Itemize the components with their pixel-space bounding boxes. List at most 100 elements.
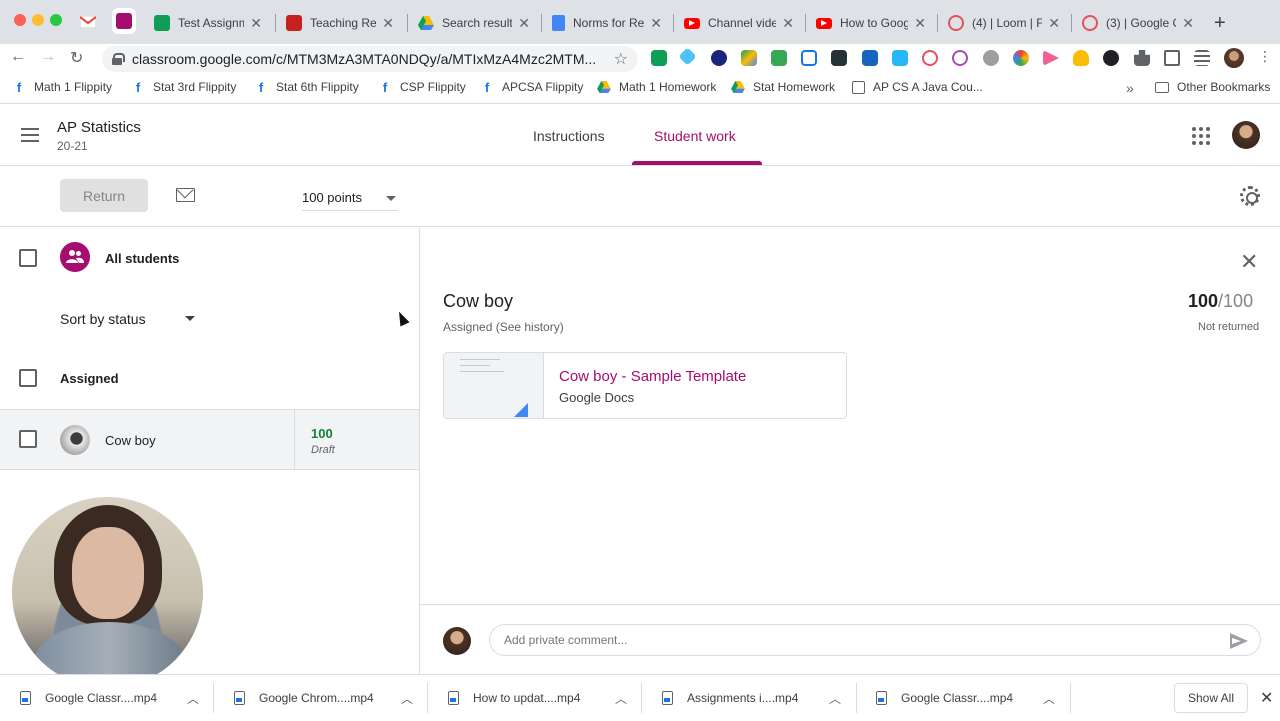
bookmark-math1-flippity[interactable]: f Math 1 Flippity xyxy=(12,80,112,95)
class-title[interactable]: AP Statistics xyxy=(57,119,141,136)
close-tab-icon[interactable]: ✕ xyxy=(782,15,794,32)
chrome-menu-icon[interactable]: ⋮ xyxy=(1258,48,1272,65)
student-checkbox[interactable] xyxy=(19,430,37,448)
drive-extension-icon[interactable] xyxy=(741,50,757,66)
refresh-extension-icon[interactable] xyxy=(892,50,908,66)
close-tab-icon[interactable]: ✕ xyxy=(1182,15,1194,32)
gear-icon[interactable] xyxy=(1240,186,1260,206)
google-apps-icon[interactable] xyxy=(1192,127,1210,145)
tab-student-work[interactable]: Student work xyxy=(654,128,736,144)
download-item[interactable]: Google Chrom....mp4 ︿ xyxy=(234,675,413,721)
color-picker-extension-icon[interactable] xyxy=(1013,50,1029,66)
show-all-downloads-button[interactable]: Show All xyxy=(1174,683,1248,713)
screenshot-extension-icon[interactable] xyxy=(831,50,847,66)
student-name[interactable]: Cow boy xyxy=(105,433,156,448)
new-tab-button[interactable]: + xyxy=(1214,12,1226,35)
close-tab-icon[interactable]: ✕ xyxy=(382,15,394,32)
detail-status[interactable]: Assigned (See history) xyxy=(443,320,564,334)
tab-test-assignment[interactable]: Test Assignm ✕ xyxy=(144,6,272,40)
return-status: Not returned xyxy=(1198,321,1260,333)
diamond-extension-icon[interactable] xyxy=(678,47,697,66)
close-tab-icon[interactable]: ✕ xyxy=(914,15,926,32)
tab-how-to-google[interactable]: How to Goog ✕ xyxy=(806,6,936,40)
thumbs-up-extension-icon[interactable] xyxy=(1073,50,1089,66)
send-icon[interactable] xyxy=(1230,633,1248,649)
tab-channel-videos[interactable]: Channel vide ✕ xyxy=(674,6,804,40)
tab-teaching-ren[interactable]: Teaching Ren ✕ xyxy=(276,6,404,40)
download-item[interactable]: How to updat....mp4 ︿ xyxy=(448,675,627,721)
tab-loom-3[interactable]: (3) | Google C ✕ xyxy=(1072,6,1204,40)
chevron-up-icon[interactable]: ︿ xyxy=(187,690,199,707)
gray-extension-icon[interactable] xyxy=(983,50,999,66)
podcast-extension-icon[interactable] xyxy=(952,50,968,66)
folder-icon xyxy=(1155,81,1169,93)
other-bookmarks-folder[interactable]: Other Bookmarks xyxy=(1155,80,1270,94)
select-assigned-checkbox[interactable] xyxy=(19,369,37,387)
main-menu-icon[interactable] xyxy=(21,128,39,142)
tab-search-result[interactable]: Search result ✕ xyxy=(408,6,540,40)
table-row[interactable]: Cow boy 100 Draft xyxy=(0,409,419,470)
attachment-type: Google Docs xyxy=(559,390,635,405)
close-window-button[interactable] xyxy=(14,14,26,26)
tab-loom-4[interactable]: (4) | Loom | F ✕ xyxy=(938,6,1070,40)
gmail-pinned-tab[interactable] xyxy=(78,12,98,32)
grade-value[interactable]: 100 xyxy=(311,426,333,441)
close-tab-icon[interactable]: ✕ xyxy=(650,15,662,32)
classroom-pinned-tab[interactable] xyxy=(112,8,136,34)
points-select[interactable]: 100 points xyxy=(302,190,362,205)
chevron-up-icon[interactable]: ︿ xyxy=(401,690,413,707)
chevron-down-icon[interactable] xyxy=(185,316,195,321)
puzzle-extension-icon[interactable] xyxy=(771,50,787,66)
extensions-puzzle-icon[interactable] xyxy=(1134,50,1150,66)
select-all-checkbox[interactable] xyxy=(19,249,37,267)
bookmark-stat-homework[interactable]: Stat Homework xyxy=(731,80,835,94)
close-icon[interactable]: ✕ xyxy=(1260,688,1273,708)
reload-button[interactable]: ↻ xyxy=(70,48,83,68)
close-icon[interactable]: ✕ xyxy=(1240,251,1258,273)
forward-button[interactable]: → xyxy=(40,48,56,66)
detail-score[interactable]: 100/100 xyxy=(1188,291,1253,312)
bookmark-math1-homework[interactable]: Math 1 Homework xyxy=(597,80,716,94)
download-item[interactable]: Google Classr....mp4 ︿ xyxy=(876,675,1055,721)
private-comment-input[interactable] xyxy=(489,624,1261,656)
bookmark-stat6-flippity[interactable]: f Stat 6th Flippity xyxy=(254,80,359,95)
chevron-up-icon[interactable]: ︿ xyxy=(1043,690,1055,707)
tab-norms-for-re[interactable]: Norms for Re ✕ xyxy=(542,6,672,40)
address-bar[interactable]: classroom.google.com/c/MTM3MzA3MTA0NDQy/… xyxy=(102,46,638,72)
close-tab-icon[interactable]: ✕ xyxy=(1048,15,1060,32)
account-avatar[interactable] xyxy=(1232,121,1260,149)
profile-avatar[interactable] xyxy=(1224,48,1244,68)
loom-extension-icon[interactable] xyxy=(922,50,938,66)
maximize-window-button[interactable] xyxy=(50,14,62,26)
back-button[interactable]: ← xyxy=(10,48,26,66)
reading-list-icon[interactable] xyxy=(1194,50,1210,66)
bookmark-apcs-java[interactable]: AP CS A Java Cou... xyxy=(852,80,983,94)
classroom-extension-icon[interactable] xyxy=(651,50,667,66)
return-button[interactable]: Return xyxy=(60,179,148,212)
tab-instructions[interactable]: Instructions xyxy=(533,128,605,144)
chevron-down-icon[interactable] xyxy=(386,196,396,201)
attachment-title[interactable]: Cow boy - Sample Template xyxy=(559,368,746,385)
email-icon[interactable] xyxy=(176,188,195,202)
chat-extension-icon[interactable] xyxy=(1103,50,1119,66)
pen-extension-icon[interactable] xyxy=(801,50,817,66)
minimize-window-button[interactable] xyxy=(32,14,44,26)
cast-icon[interactable] xyxy=(1164,50,1180,66)
sort-select[interactable]: Sort by status xyxy=(60,311,146,327)
chevron-up-icon[interactable]: ︿ xyxy=(615,690,627,707)
attachment-card[interactable]: Cow boy - Sample Template Google Docs xyxy=(443,352,847,419)
bookmark-csp-flippity[interactable]: f CSP Flippity xyxy=(378,80,466,95)
bookmark-star-icon[interactable]: ☆ xyxy=(614,49,628,69)
calendar-extension-icon[interactable] xyxy=(862,50,878,66)
more-bookmarks-button[interactable]: » xyxy=(1126,80,1134,96)
download-item[interactable]: Google Classr....mp4 ︿ xyxy=(20,675,199,721)
bookmark-apcsa-flippity[interactable]: f APCSA Flippity xyxy=(480,80,584,95)
close-tab-icon[interactable]: ✕ xyxy=(250,15,262,32)
bookmark-stat3-flippity[interactable]: f Stat 3rd Flippity xyxy=(131,80,237,95)
close-tab-icon[interactable]: ✕ xyxy=(518,15,530,32)
chevron-up-icon[interactable]: ︿ xyxy=(829,690,841,707)
all-students-label[interactable]: All students xyxy=(105,251,179,266)
download-item[interactable]: Assignments i....mp4 ︿ xyxy=(662,675,841,721)
kami-extension-icon[interactable] xyxy=(711,50,727,66)
arrow-extension-icon[interactable] xyxy=(1043,50,1059,66)
